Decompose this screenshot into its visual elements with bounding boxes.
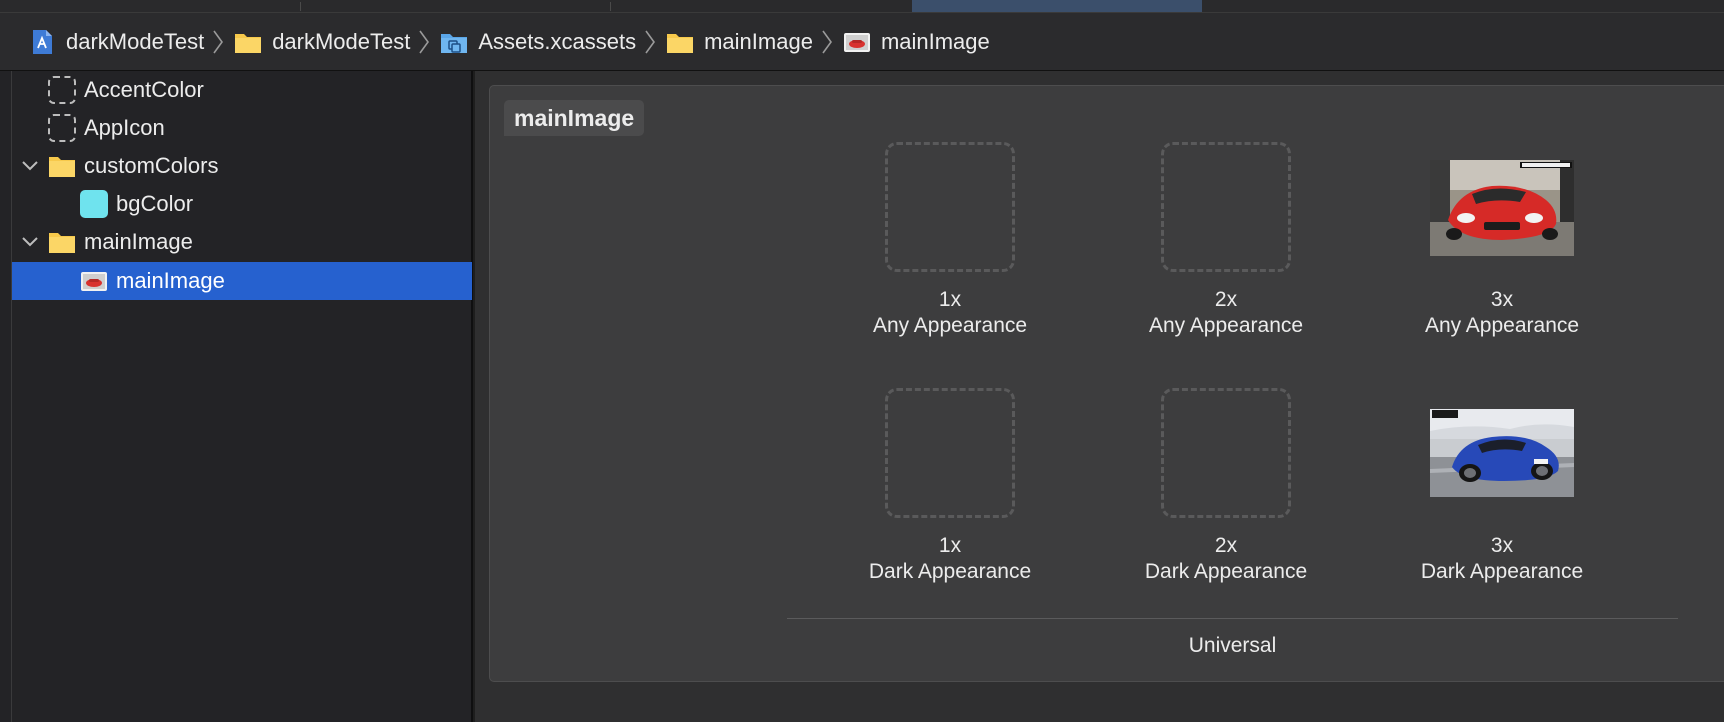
jump-bar: darkModeTest darkModeTest Assets.xcasset…	[0, 13, 1724, 71]
breadcrumb-item-group[interactable]: darkModeTest	[234, 28, 410, 56]
breadcrumb-item-image-set[interactable]: mainImage	[843, 28, 990, 56]
breadcrumb-label: darkModeTest	[272, 28, 411, 54]
color-swatch-icon	[80, 190, 108, 218]
breadcrumb-label: Assets.xcassets	[478, 28, 637, 54]
editor-tab-strip	[0, 0, 1724, 13]
sidebar-item-label: bgColor	[116, 191, 194, 216]
chevron-right-icon	[644, 28, 656, 56]
sidebar-item-bgcolor[interactable]: bgColor	[12, 185, 472, 223]
asset-name-tab[interactable]: mainImage	[504, 100, 645, 136]
sidebar-item-customcolors[interactable]: customColors	[12, 147, 472, 185]
tab-separator	[610, 2, 611, 11]
empty-image-well[interactable]	[885, 388, 1015, 518]
device-group-divider	[787, 618, 1678, 619]
sidebar-item-label: AccentColor	[84, 77, 204, 102]
window-left-edge	[0, 71, 12, 722]
sidebar-item-mainimage[interactable]: mainImage	[12, 262, 472, 300]
chevron-right-icon	[418, 28, 430, 56]
chevron-down-icon[interactable]	[16, 228, 44, 256]
project-icon	[28, 28, 56, 56]
chevron-right-icon	[821, 28, 833, 56]
folder-icon	[234, 28, 262, 56]
blue-car-thumbnail[interactable]	[1430, 409, 1574, 497]
slot-appearance-label: Any Appearance	[1148, 314, 1304, 337]
slot-appearance-label: Dark Appearance	[1420, 560, 1584, 583]
asset-catalog-icon	[440, 28, 468, 56]
device-group-label: Universal	[1188, 634, 1277, 657]
chevron-down-icon[interactable]	[16, 152, 44, 180]
sidebar-item-mainimage-folder[interactable]: mainImage	[12, 223, 472, 261]
color-set-dashed-icon	[48, 76, 76, 104]
active-editor-tab[interactable]	[912, 0, 1202, 12]
sidebar-item-accentcolor[interactable]: AccentColor	[12, 71, 472, 109]
slot-appearance-label: Any Appearance	[872, 314, 1028, 337]
chevron-right-icon	[212, 28, 224, 56]
slot-scale-label: 1x	[938, 534, 962, 557]
slot-appearance-label: Any Appearance	[1424, 314, 1580, 337]
image-set-icon	[843, 28, 871, 56]
slot-scale-label: 3x	[1490, 534, 1514, 557]
breadcrumb-item-asset-catalog[interactable]: Assets.xcassets	[440, 28, 636, 56]
breadcrumb-label: mainImage	[880, 28, 990, 54]
empty-image-well[interactable]	[1161, 388, 1291, 518]
folder-icon	[48, 152, 76, 180]
tab-separator	[300, 2, 301, 11]
image-set-icon	[80, 267, 108, 295]
sidebar-item-label: mainImage	[116, 268, 225, 293]
slot-scale-label: 2x	[1214, 288, 1238, 311]
app-icon-set-dashed-icon	[48, 114, 76, 142]
breadcrumb-label: mainImage	[704, 28, 813, 54]
slot-scale-label: 2x	[1214, 534, 1238, 557]
sidebar-item-label: mainImage	[84, 229, 193, 254]
breadcrumb-label: darkModeTest	[66, 28, 205, 54]
empty-image-well[interactable]	[1161, 142, 1291, 272]
folder-icon	[666, 28, 694, 56]
sidebar-item-appicon[interactable]: AppIcon	[12, 109, 472, 147]
asset-editor: mainImage 1x Any Appearance 2x Any Appea…	[475, 71, 1724, 722]
folder-icon	[48, 228, 76, 256]
red-car-thumbnail[interactable]	[1430, 160, 1574, 256]
sidebar-item-label: customColors	[84, 153, 219, 178]
breadcrumb-item-folder[interactable]: mainImage	[666, 28, 813, 56]
image-set-panel: mainImage 1x Any Appearance 2x Any Appea…	[489, 85, 1724, 682]
empty-image-well[interactable]	[885, 142, 1015, 272]
slot-appearance-label: Dark Appearance	[868, 560, 1032, 583]
breadcrumb-item-project[interactable]: darkModeTest	[28, 28, 204, 56]
slot-appearance-label: Dark Appearance	[1144, 560, 1308, 583]
asset-navigator: AccentColor AppIcon customColors bgColor…	[12, 71, 473, 722]
sidebar-item-label: AppIcon	[84, 115, 165, 140]
slot-scale-label: 3x	[1490, 288, 1514, 311]
slot-scale-label: 1x	[938, 288, 962, 311]
